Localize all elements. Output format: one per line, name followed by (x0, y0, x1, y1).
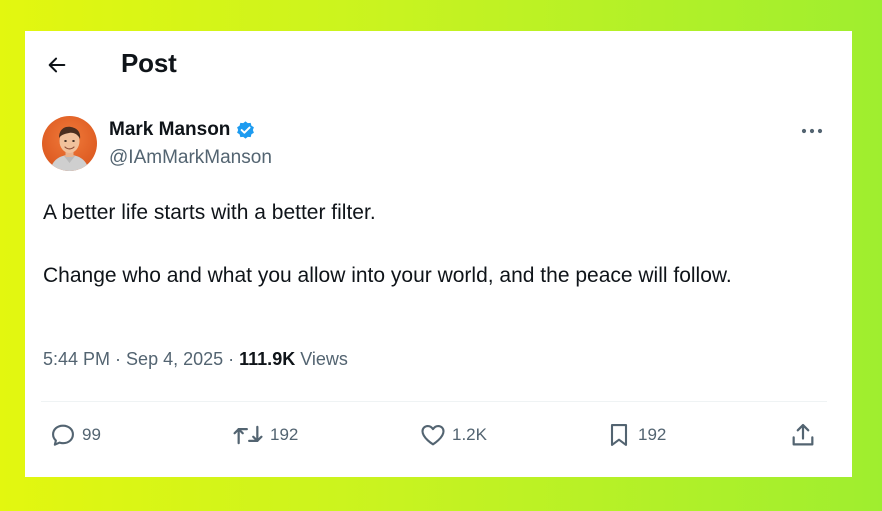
post-header: Post (25, 31, 852, 97)
page-title: Post (121, 48, 177, 78)
share-button[interactable] (789, 419, 817, 451)
meta-separator: · (110, 349, 127, 369)
repost-icon (233, 425, 263, 445)
more-options-button[interactable] (797, 119, 827, 143)
tweet-meta: 5:44 PM · Sep 4, 2025 · 111.9K Views (43, 349, 348, 370)
like-button[interactable]: 1.2K (419, 419, 487, 451)
author-handle[interactable]: @IAmMarkManson (109, 147, 272, 169)
more-horizontal-icon (801, 128, 823, 134)
author-display-name[interactable]: Mark Manson (109, 119, 230, 141)
arrow-left-icon (48, 57, 66, 73)
tweet-time[interactable]: 5:44 PM (43, 349, 110, 369)
meta-separator: · (223, 349, 240, 369)
action-bar: 99 192 1.2K 192 (25, 419, 852, 451)
tweet-text: A better life starts with a better filte… (43, 196, 803, 292)
back-button[interactable] (41, 49, 73, 81)
divider (41, 401, 827, 402)
author-name-row: Mark Manson (109, 119, 256, 141)
share-icon (792, 423, 814, 446)
bookmark-count: 192 (638, 425, 667, 444)
tweet-text-line: Change who and what you allow into your … (43, 264, 732, 287)
reply-button[interactable]: 99 (49, 419, 101, 451)
reply-icon (52, 424, 74, 446)
repost-count: 192 (270, 425, 299, 444)
views-label: Views (295, 349, 348, 369)
tweet-date[interactable]: Sep 4, 2025 (126, 349, 223, 369)
avatar-image (42, 116, 97, 171)
avatar[interactable] (42, 116, 97, 171)
views-count: 111.9K (239, 349, 296, 369)
like-count: 1.2K (452, 425, 487, 444)
bookmark-icon (610, 424, 628, 446)
post-card: Post Mark Manson @IAmMarkManson A better… (25, 31, 852, 477)
tweet-text-line: A better life starts with a better filte… (43, 201, 376, 224)
heart-icon (421, 424, 445, 446)
repost-button[interactable]: 192 (231, 419, 298, 451)
bookmark-button[interactable]: 192 (605, 419, 666, 451)
verified-badge-icon[interactable] (235, 120, 256, 141)
reply-count: 99 (82, 425, 101, 444)
